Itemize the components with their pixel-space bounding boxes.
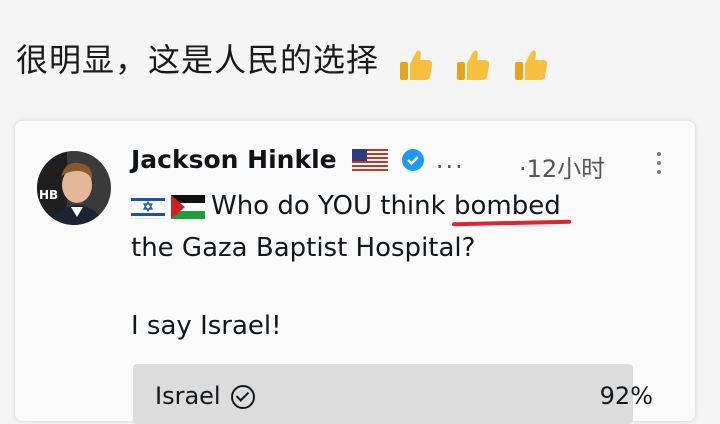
more-options-icon[interactable]: [649, 147, 669, 179]
thumbs-up-icon: [514, 50, 547, 80]
poll-percent: 92%: [599, 382, 653, 410]
tweet-card[interactable]: HB Jackson Hinkle ... ·12小时 Who do YOU t…: [14, 120, 696, 424]
avatar[interactable]: HB: [37, 151, 111, 225]
tweet-text-part1: Who do YOU think: [211, 191, 454, 221]
poll-option-label: Israel: [155, 382, 255, 410]
author-name[interactable]: Jackson Hinkle: [131, 145, 337, 174]
avatar-monogram: HB: [39, 188, 58, 202]
israel-flag-icon: [131, 194, 165, 219]
highlighted-word: bombed: [453, 191, 561, 221]
check-circle-icon: [230, 385, 255, 409]
caption-text: 很明显，这是人民的选择: [16, 41, 380, 79]
tweet-opinion: I say Israel!: [131, 311, 282, 341]
poll-option[interactable]: Israel 92%: [133, 364, 653, 424]
tweet-text-part2: the Gaza Baptist Hospital?: [131, 233, 476, 263]
palestine-flag-icon: [171, 194, 205, 219]
thumbs-up-group: [396, 40, 556, 84]
tweet-text: Who do YOU think bombed the Gaza Baptist…: [131, 185, 671, 269]
tweet-header: Jackson Hinkle ... ·12小时: [131, 145, 681, 185]
caption: 很明显，这是人民的选择: [16, 38, 557, 84]
thumbs-up-icon: [457, 50, 490, 80]
truncation-ellipsis: ...: [435, 145, 465, 174]
verified-badge-icon: [401, 148, 424, 171]
timestamp[interactable]: ·12小时: [519, 149, 605, 184]
usa-flag-icon: [351, 148, 388, 171]
thumbs-up-icon: [400, 50, 433, 80]
